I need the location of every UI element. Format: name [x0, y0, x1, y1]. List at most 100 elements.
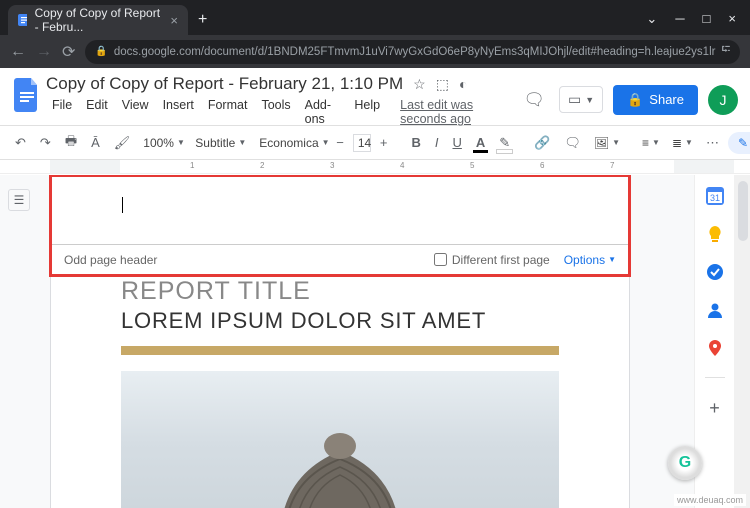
account-avatar[interactable]: J	[708, 85, 738, 115]
watermark: www.deuaq.com	[674, 494, 746, 506]
scrollbar-thumb[interactable]	[738, 181, 748, 241]
menu-view[interactable]: View	[116, 96, 155, 128]
report-title[interactable]: REPORT TITLE	[121, 277, 559, 306]
maps-icon[interactable]	[706, 339, 724, 357]
header-options-dropdown[interactable]: Options▼	[564, 253, 616, 267]
share-url-icon[interactable]: ⮓	[721, 42, 730, 61]
tab-title: Copy of Copy of Report - Febru...	[35, 6, 163, 34]
menu-bar: File Edit View Insert Format Tools Add-o…	[46, 96, 519, 128]
menu-insert[interactable]: Insert	[157, 96, 200, 128]
zoom-dropdown[interactable]: 100%▼	[139, 134, 177, 152]
pencil-icon: ✎	[738, 136, 748, 150]
menu-edit[interactable]: Edit	[80, 96, 114, 128]
present-icon: ▭	[568, 91, 581, 108]
back-icon[interactable]: ←	[10, 43, 26, 61]
chevron-down-icon[interactable]: ⌄	[646, 11, 657, 27]
contacts-icon[interactable]	[706, 301, 724, 319]
header-content[interactable]	[52, 179, 628, 244]
outline-toggle-icon[interactable]: ☰	[8, 189, 30, 211]
address-bar: ← → ⟳ 🔒 docs.google.com/document/d/1BNDM…	[0, 35, 750, 68]
spellcheck-icon[interactable]: Ᾱ	[86, 132, 105, 153]
close-window-icon[interactable]: ×	[728, 11, 736, 27]
paint-format-icon[interactable]: 🖌	[109, 132, 136, 154]
document-page[interactable]: Odd page header Different first page Opt…	[50, 175, 630, 508]
docs-logo[interactable]	[10, 74, 44, 118]
different-first-page-checkbox[interactable]: Different first page	[434, 253, 550, 267]
new-tab-button[interactable]: +	[188, 5, 217, 35]
calendar-icon[interactable]: 31	[706, 187, 724, 205]
insert-image-dropdown[interactable]: 🖼▼	[590, 134, 624, 152]
vertical-scrollbar[interactable]	[734, 175, 750, 508]
docs-favicon	[18, 14, 27, 26]
chevron-down-icon: ▼	[585, 95, 594, 105]
menu-addons[interactable]: Add-ons	[299, 96, 347, 128]
window-controls: ⌄ ─ □ ×	[646, 11, 750, 35]
document-body[interactable]: REPORT TITLE LOREM IPSUM DOLOR SIT AMET	[51, 275, 629, 508]
header-info-bar: Odd page header Different first page Opt…	[52, 244, 628, 274]
share-label: Share	[649, 92, 684, 107]
more-tools-icon[interactable]: ⋯	[701, 132, 724, 154]
document-image[interactable]	[121, 371, 559, 508]
underline-icon[interactable]: U	[447, 132, 466, 153]
undo-icon[interactable]: ↶	[10, 132, 31, 154]
add-comment-icon[interactable]: 🗨	[559, 132, 586, 154]
grammarly-badge[interactable]: G	[668, 446, 702, 480]
align-dropdown[interactable]: ≡▼	[638, 134, 664, 152]
italic-icon[interactable]: I	[430, 132, 444, 153]
lock-icon: 🔒	[627, 92, 643, 108]
print-icon[interactable]: 🖶	[60, 129, 82, 157]
toolbar: ↶ ↷ 🖶 Ᾱ 🖌 100%▼ Subtitle▼ Economica▼ − 1…	[0, 126, 750, 160]
url-input[interactable]: 🔒 docs.google.com/document/d/1BNDM25FTmv…	[85, 40, 740, 64]
line-spacing-dropdown[interactable]: ≣▼	[668, 134, 697, 152]
checkbox-input[interactable]	[434, 253, 447, 266]
last-edit-link[interactable]: Last edit was seconds ago	[394, 96, 519, 128]
menu-help[interactable]: Help	[348, 96, 386, 128]
present-button[interactable]: ▭▼	[559, 86, 603, 113]
menu-file[interactable]: File	[46, 96, 78, 128]
text-color-icon[interactable]: A	[471, 132, 490, 153]
document-title[interactable]: Copy of Copy of Report - February 21, 1:…	[46, 74, 403, 94]
comments-icon[interactable]: 🗨	[519, 86, 549, 114]
menu-format[interactable]: Format	[202, 96, 254, 128]
menu-tools[interactable]: Tools	[255, 96, 296, 128]
forward-icon: →	[36, 43, 52, 61]
star-doc-icon[interactable]: ☆	[413, 76, 426, 93]
font-size-input[interactable]: 14	[353, 134, 371, 152]
share-button[interactable]: 🔒 Share	[613, 85, 698, 115]
add-addon-icon[interactable]: +	[709, 398, 720, 419]
redo-icon[interactable]: ↷	[35, 132, 56, 154]
docs-header: Copy of Copy of Report - February 21, 1:…	[0, 68, 750, 126]
image-icon: 🖼	[594, 136, 609, 150]
keep-icon[interactable]	[706, 225, 724, 243]
font-size-increase[interactable]: +	[375, 132, 393, 153]
header-editing-area[interactable]: Odd page header Different first page Opt…	[49, 175, 631, 277]
insert-link-icon[interactable]: 🔗	[529, 132, 555, 154]
divider-bar	[121, 346, 559, 355]
font-size-decrease[interactable]: −	[331, 132, 349, 153]
header-label: Odd page header	[64, 253, 434, 267]
reload-icon[interactable]: ⟳	[62, 42, 75, 62]
beanie-illustration	[240, 391, 440, 508]
text-cursor	[122, 197, 123, 213]
highlight-color-icon[interactable]: ✎	[494, 132, 515, 154]
lock-icon: 🔒	[95, 46, 107, 57]
cloud-status-icon[interactable]: ◐	[459, 76, 467, 92]
bold-icon[interactable]: B	[406, 132, 425, 153]
maximize-icon[interactable]: □	[703, 11, 711, 27]
report-subtitle[interactable]: LOREM IPSUM DOLOR SIT AMET	[121, 308, 559, 334]
browser-tab-active[interactable]: Copy of Copy of Report - Febru... ×	[8, 5, 188, 35]
paragraph-style-dropdown[interactable]: Subtitle▼	[191, 134, 241, 152]
line-spacing-icon: ≣	[672, 136, 682, 150]
font-dropdown[interactable]: Economica▼	[255, 134, 317, 152]
move-doc-icon[interactable]: ⬚	[436, 76, 449, 93]
horizontal-ruler[interactable]: 1 2 3 4 5 6 7	[0, 160, 750, 174]
document-canvas: ☰ Odd page header Different first page O…	[0, 175, 734, 508]
tab-close-icon[interactable]: ×	[170, 13, 178, 28]
editing-mode-button[interactable]: ✎▼	[728, 132, 750, 154]
tasks-icon[interactable]	[706, 263, 724, 281]
browser-tab-strip: Copy of Copy of Report - Febru... × + ⌄ …	[0, 0, 750, 35]
align-icon: ≡	[642, 136, 649, 150]
minimize-icon[interactable]: ─	[675, 11, 684, 27]
svg-text:31: 31	[709, 193, 719, 203]
url-text: docs.google.com/document/d/1BNDM25FTmvmJ…	[114, 46, 716, 58]
